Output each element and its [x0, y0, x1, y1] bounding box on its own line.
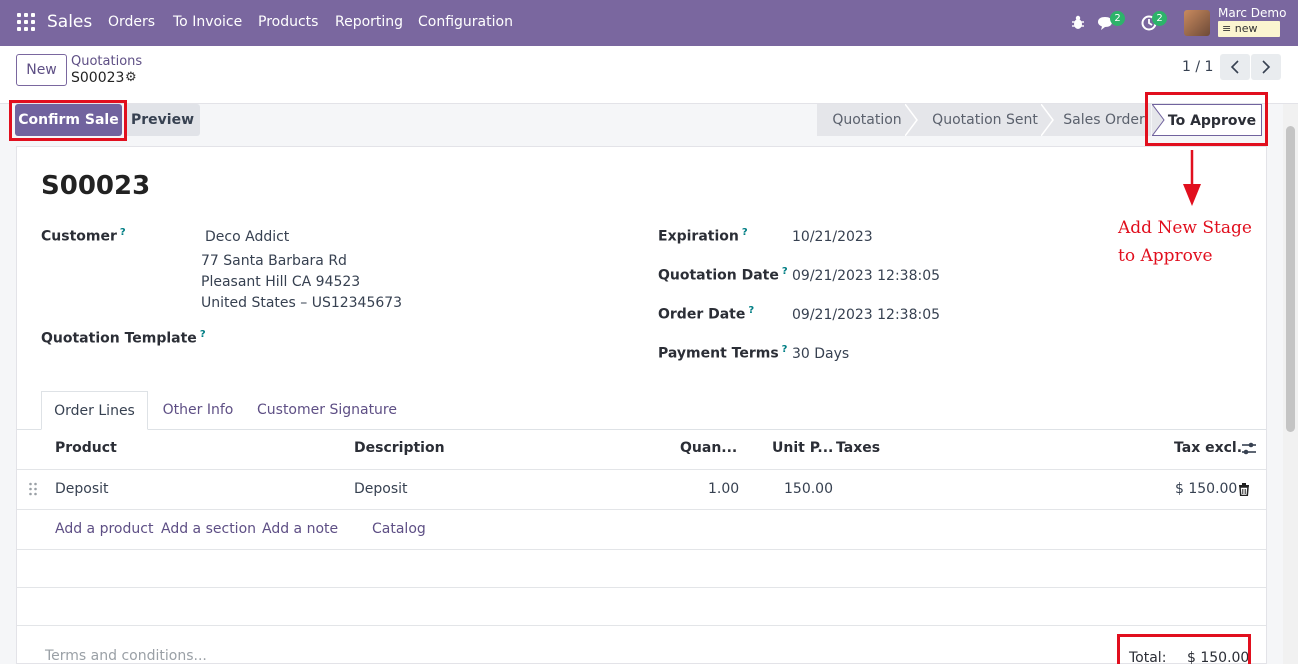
stage-separator-icon [1041, 104, 1054, 136]
help-icon[interactable]: ? [200, 329, 206, 340]
pager-next-button[interactable] [1251, 54, 1281, 80]
trash-icon[interactable] [1238, 483, 1250, 496]
app-brand[interactable]: Sales [47, 12, 92, 32]
pager-previous-button[interactable] [1220, 54, 1250, 80]
catalog-link[interactable]: Catalog [372, 521, 426, 537]
stage-sales-order[interactable]: Sales Order [1049, 104, 1151, 136]
col-product[interactable]: Product [55, 440, 117, 456]
menu-reporting[interactable]: Reporting [335, 14, 403, 30]
cell-description[interactable]: Deposit [354, 481, 408, 497]
row-divider [17, 509, 1266, 510]
tab-customer-signature[interactable]: Customer Signature [252, 391, 402, 430]
order-date-field[interactable]: 09/21/2023 12:38:05 [792, 307, 940, 323]
payment-terms-label: Payment Terms? [658, 344, 788, 362]
menu-products[interactable]: Products [258, 14, 318, 30]
help-icon[interactable]: ? [120, 227, 126, 238]
help-icon[interactable]: ? [742, 227, 748, 238]
col-quantity[interactable]: Quan... [680, 440, 737, 456]
top-navbar: Sales Orders To Invoice Products Reporti… [0, 0, 1298, 46]
col-taxes[interactable]: Taxes [836, 440, 880, 456]
control-panel: New Quotations S00023 ⚙ 1 / 1 [0, 46, 1298, 104]
activities-count-badge: 2 [1152, 11, 1167, 26]
highlight-confirm-sale [9, 100, 127, 141]
menu-configuration[interactable]: Configuration [418, 14, 513, 30]
col-tax-excl[interactable]: Tax excl. [1174, 440, 1242, 456]
cell-product[interactable]: Deposit [55, 481, 109, 497]
drag-handle-icon[interactable] [28, 482, 38, 496]
customer-country: United States – US12345673 [201, 295, 403, 311]
record-title: S00023 [41, 171, 151, 201]
annotation-line-2: to Approve [1118, 246, 1213, 266]
col-description[interactable]: Description [354, 440, 445, 456]
cell-unit-price[interactable]: 150.00 [784, 481, 833, 497]
quotation-template-label: Quotation Template? [41, 329, 206, 347]
quotation-date-field[interactable]: 09/21/2023 12:38:05 [792, 268, 940, 284]
customer-street: 77 Santa Barbara Rd [201, 253, 347, 269]
breadcrumb-current: S00023 [71, 70, 125, 86]
gear-icon[interactable]: ⚙ [125, 70, 137, 85]
help-icon[interactable]: ? [782, 266, 788, 277]
help-icon[interactable]: ? [782, 344, 788, 355]
customer-field[interactable]: Deco Addict [205, 229, 289, 245]
column-settings-icon[interactable] [1241, 441, 1257, 456]
row-divider [17, 587, 1266, 588]
stage-separator-icon [905, 104, 918, 136]
terms-conditions-input[interactable]: Terms and conditions... [45, 648, 207, 664]
scrollbar-thumb[interactable] [1286, 126, 1295, 432]
row-divider [17, 625, 1266, 626]
payment-terms-field[interactable]: 30 Days [792, 346, 849, 362]
help-icon[interactable]: ? [748, 305, 754, 316]
row-divider [17, 549, 1266, 550]
annotation-line-1: Add New Stage [1118, 218, 1252, 238]
database-badge: ≡ new [1218, 21, 1280, 37]
highlight-total [1117, 634, 1251, 664]
breadcrumb-quotations[interactable]: Quotations [71, 54, 142, 69]
customer-label: Customer? [41, 227, 126, 245]
tab-order-lines[interactable]: Order Lines [41, 391, 148, 430]
database-name: new [1234, 22, 1258, 35]
user-avatar[interactable] [1184, 10, 1210, 36]
expiration-field[interactable]: 10/21/2023 [792, 229, 873, 245]
order-date-label: Order Date? [658, 305, 755, 323]
new-button[interactable]: New [16, 54, 67, 86]
stage-quotation-sent[interactable]: Quotation Sent [917, 104, 1049, 136]
pager-value[interactable]: 1 / 1 [1182, 59, 1213, 75]
database-icon: ≡ [1222, 22, 1232, 35]
chevron-right-icon [1262, 60, 1271, 74]
stage-quotation[interactable]: Quotation [817, 104, 917, 136]
menu-orders[interactable]: Orders [108, 14, 155, 30]
add-note-link[interactable]: Add a note [262, 521, 338, 537]
messages-count-badge: 2 [1110, 11, 1125, 26]
debug-bug-icon[interactable] [1071, 15, 1085, 30]
apps-menu-icon[interactable] [17, 13, 35, 31]
tab-other-info[interactable]: Other Info [152, 391, 244, 430]
menu-to-invoice[interactable]: To Invoice [173, 14, 242, 30]
add-product-link[interactable]: Add a product [55, 521, 153, 537]
highlight-to-approve [1145, 92, 1268, 146]
cell-quantity[interactable]: 1.00 [708, 481, 739, 497]
row-divider [17, 469, 1266, 470]
expiration-label: Expiration? [658, 227, 748, 245]
chevron-left-icon [1230, 60, 1239, 74]
quotation-date-label: Quotation Date? [658, 266, 788, 284]
annotation-arrow-icon [1183, 150, 1201, 206]
preview-button[interactable]: Preview [125, 104, 200, 136]
col-unit-price[interactable]: Unit P... [772, 440, 833, 456]
annotation-text: Add New Stage to Approve [1118, 214, 1252, 270]
add-section-link[interactable]: Add a section [161, 521, 256, 537]
customer-city: Pleasant Hill CA 94523 [201, 274, 361, 290]
user-name[interactable]: Marc Demo [1218, 6, 1286, 20]
cell-subtotal: $ 150.00 [1175, 481, 1238, 497]
